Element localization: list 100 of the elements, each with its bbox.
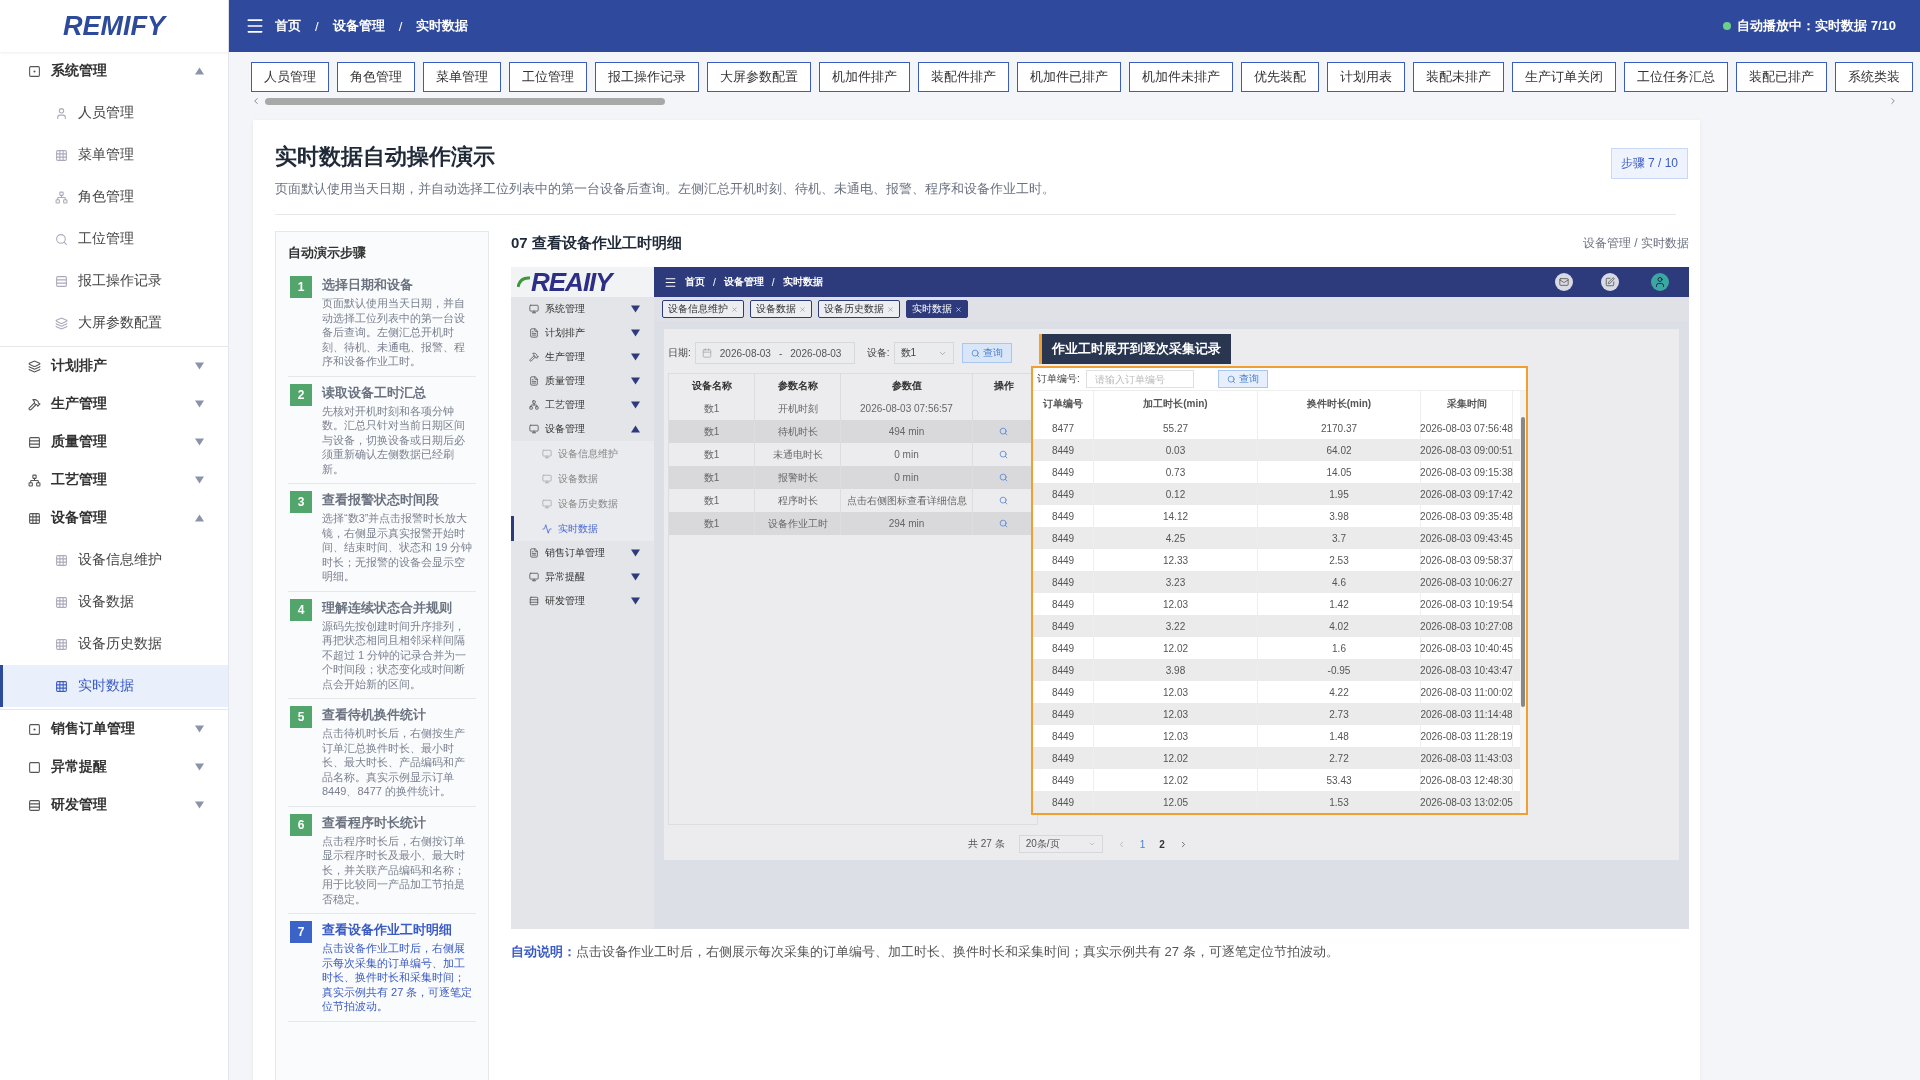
step-title[interactable]: 查看报警状态时间段 (322, 491, 474, 509)
page-tab[interactable]: 机加件未排产 (1129, 62, 1233, 92)
sidebar-item[interactable]: 实时数据 (0, 665, 228, 707)
page-tab[interactable]: 设备信息维护 (662, 300, 744, 318)
page-tab[interactable]: 设备数据 (750, 300, 812, 318)
device-select[interactable]: 数1 (893, 342, 954, 364)
page-tab[interactable]: 报工操作记录 (595, 62, 699, 92)
page-description: 页面默认使用当天日期，并自动选择工位列表中的第一台设备后查询。左侧汇总开机时刻、待机、未通电、报警、程序和设备作业工时。 (275, 180, 1055, 198)
page-tab[interactable]: 装配已排产 (1736, 62, 1827, 92)
step-title[interactable]: 读取设备工时汇总 (322, 383, 474, 402)
grid-icon (55, 637, 68, 651)
step-title[interactable]: 查看待机换件统计 (322, 706, 474, 724)
breadcrumb-link[interactable]: 实时数据 (416, 17, 469, 35)
step-badge: 步骤 7 / 10 (1610, 148, 1688, 179)
grid-icon (55, 148, 68, 162)
breadcrumb-link[interactable]: 设备管理 (332, 17, 385, 35)
grid-icon (55, 553, 68, 567)
step-title[interactable]: 理解连续状态合并规则 (322, 598, 474, 617)
scrollbar-thumb[interactable] (265, 97, 665, 105)
page-tab[interactable]: 实时数据 (906, 300, 968, 318)
page-tab[interactable]: 装配件排产 (918, 62, 1009, 92)
step-title[interactable]: 查看设备作业工时明细 (322, 921, 474, 939)
sidebar-group[interactable]: 设备管理 (0, 499, 228, 537)
sidebar-item[interactable]: 报工操作记录 (0, 260, 228, 302)
query-button[interactable]: 查询 (1217, 370, 1268, 388)
sidebar-item[interactable]: 菜单管理 (0, 134, 228, 176)
list-icon (28, 435, 41, 449)
breadcrumb-link[interactable]: 首页 (275, 17, 301, 35)
device-label: 设备: (866, 346, 890, 360)
square-icon (28, 64, 41, 78)
sidebar-item[interactable]: 设备历史数据 (0, 623, 228, 665)
table-cell: 294 min (841, 512, 973, 535)
page-number[interactable]: 2 (1159, 838, 1165, 850)
avatar-icon[interactable] (1651, 273, 1669, 291)
step-text: 点击程序时长后，右侧按订单显示程序时长及最小、最大时长，并关联产品编码和名称；用于比较同一产品加工节拍是否稳定。 (322, 833, 466, 906)
page-tab[interactable]: 人员管理 (251, 62, 329, 92)
breadcrumb-link[interactable]: 首页 (685, 275, 705, 289)
breadcrumb-separator: / (771, 276, 775, 288)
page-tab[interactable]: 大屏参数配置 (707, 62, 811, 92)
page-tab[interactable]: 设备历史数据 (818, 300, 900, 318)
page-tab[interactable]: 装配未排产 (1413, 62, 1504, 92)
date-range-field[interactable]: 2026-08-03 - 2026-08-03 (694, 342, 855, 364)
step-number: 4 (290, 598, 312, 621)
sidebar-group[interactable]: 质量管理 (0, 423, 228, 461)
page-tab[interactable]: 菜单管理 (423, 62, 501, 92)
step-text: 点击设备作业工时后，右侧展示每次采集的订单编号、加工时长、换件时长和采集时间；真实示例共有 27 条，可逐笔定位节拍波动。 (322, 941, 474, 1014)
search-icon[interactable] (999, 473, 1008, 482)
step-number: 7 (290, 921, 312, 943)
breadcrumb-link[interactable]: 实时数据 (782, 275, 823, 289)
search-icon[interactable] (999, 450, 1008, 459)
edit-icon[interactable] (1601, 273, 1619, 291)
table-cell: 8449 (1033, 791, 1094, 813)
sidebar-group[interactable]: 异常提醒 (0, 748, 228, 786)
page-tab[interactable]: 系统类装 (1835, 62, 1913, 92)
sidebar-group[interactable]: 销售订单管理 (0, 710, 228, 748)
sidebar-item[interactable]: 设备信息维护 (0, 539, 228, 581)
search-icon (970, 348, 980, 358)
page-tab[interactable]: 机加件已排产 (1017, 62, 1121, 92)
scroll-left-icon[interactable] (251, 96, 261, 106)
step-text: 点击待机时长后，右侧按生产订单汇总换件时长、最小时长、最大时长、产品编码和产品名称。真实示例显示订单 8449、8477 的换件统计。 (322, 726, 466, 799)
search-icon[interactable] (999, 519, 1008, 528)
table-cell: 1.53 (1258, 791, 1421, 813)
order-label: 订单编号: (1037, 372, 1080, 386)
search-icon[interactable] (999, 496, 1008, 505)
page-tab[interactable]: 生产订单关闭 (1512, 62, 1616, 92)
menu-icon[interactable] (664, 275, 677, 289)
person-icon (55, 106, 68, 120)
sidebar-item[interactable]: 工位管理 (0, 218, 228, 260)
sidebar-group[interactable]: 工艺管理 (0, 461, 228, 499)
sidebar-item[interactable]: 人员管理 (0, 92, 228, 134)
page-tab[interactable]: 计划用表 (1327, 62, 1405, 92)
sidebar-group[interactable]: 研发管理 (0, 786, 228, 824)
breadcrumb-separator: / (315, 18, 319, 34)
menu-item[interactable]: 实时数据 (511, 516, 654, 541)
page-tab[interactable]: 工位任务汇总 (1624, 62, 1728, 92)
sidebar-item[interactable]: 大屏参数配置 (0, 302, 228, 344)
mail-icon[interactable] (1555, 273, 1573, 291)
scroll-right-icon[interactable] (1888, 96, 1898, 106)
page-tab[interactable]: 机加件排产 (819, 62, 910, 92)
sidebar-group[interactable]: 生产管理 (0, 385, 228, 423)
sidebar-group[interactable]: 计划排产 (0, 347, 228, 385)
page-size-select[interactable]: 20条/页 (1018, 835, 1103, 853)
page-tab[interactable]: 优先装配 (1241, 62, 1319, 92)
step-title[interactable]: 查看程序时长统计 (322, 813, 474, 832)
table-cell: 设备作业工时 (755, 512, 841, 535)
breadcrumb-link[interactable]: 设备管理 (723, 275, 764, 289)
menu-icon[interactable] (245, 16, 265, 36)
search-icon (1226, 374, 1236, 384)
page-tab[interactable]: 工位管理 (509, 62, 587, 92)
page-number[interactable]: 1 (1139, 838, 1146, 850)
steps-title: 自动演示步骤 (288, 244, 367, 262)
scrollbar-thumb[interactable] (1521, 417, 1525, 707)
sidebar-group[interactable]: 系统管理 (0, 52, 228, 90)
page-tab[interactable]: 角色管理 (337, 62, 415, 92)
chart-icon (542, 523, 552, 534)
chevron-down-icon (1087, 840, 1096, 848)
sidebar-item[interactable]: 设备数据 (0, 581, 228, 623)
step-title[interactable]: 选择日期和设备 (322, 276, 474, 294)
search-icon[interactable] (999, 427, 1008, 436)
sidebar-item[interactable]: 角色管理 (0, 176, 228, 218)
